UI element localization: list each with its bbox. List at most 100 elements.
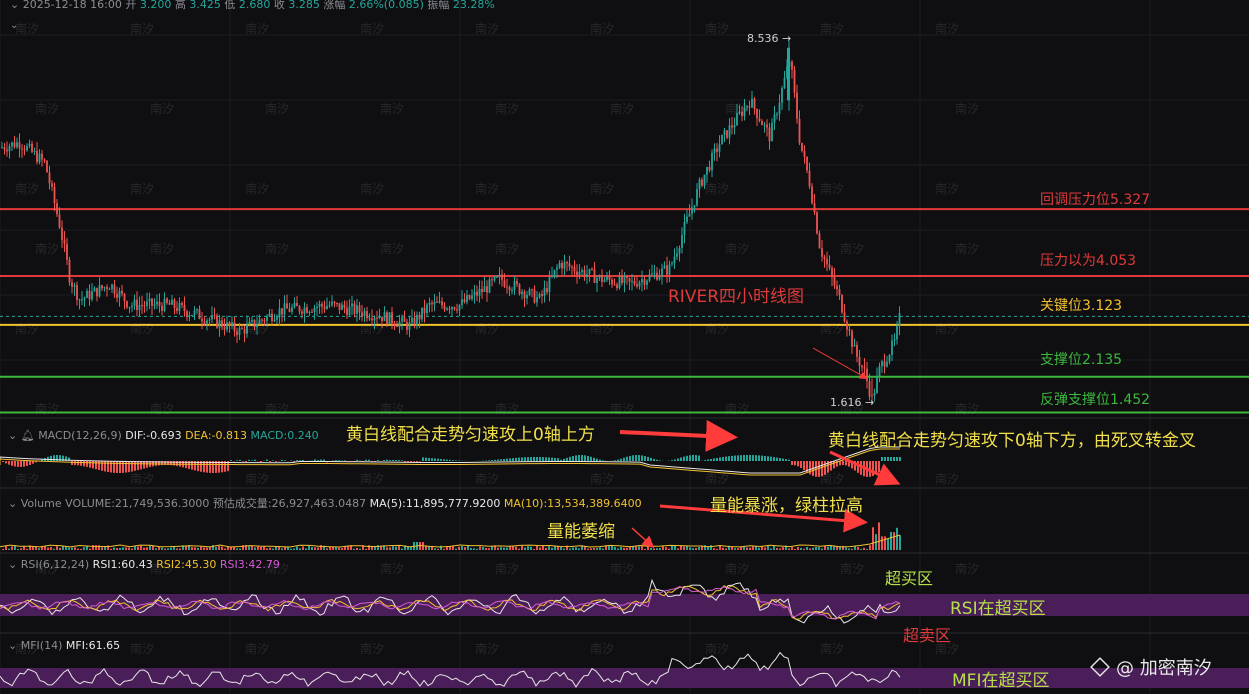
volume-bar <box>326 548 328 550</box>
candle-body <box>596 277 598 283</box>
candle-body <box>468 295 471 300</box>
candle-body <box>96 287 98 297</box>
macd-dif: DIF:-0.693 <box>125 429 182 442</box>
macd-bar <box>599 459 601 461</box>
watermark: 南汐 <box>380 242 405 256</box>
candle-body <box>458 304 461 311</box>
candle-body <box>471 295 473 300</box>
macd-bar <box>539 457 541 461</box>
macd-bar <box>101 461 103 471</box>
macd-bar <box>794 461 796 466</box>
candle-body <box>573 266 576 272</box>
candle-body <box>376 317 378 319</box>
macd-bar <box>119 461 121 473</box>
candle-body <box>893 339 896 341</box>
candle-body <box>193 310 196 315</box>
collapse-icon[interactable]: ⌄ <box>10 20 18 31</box>
candle-body <box>103 287 106 289</box>
volume-bar <box>758 547 760 550</box>
candle-body <box>126 301 128 308</box>
volume-bar <box>845 547 847 550</box>
candle-body <box>26 145 28 151</box>
candle-body <box>713 148 716 153</box>
macd-bar <box>437 458 439 461</box>
binance-square-icon <box>1090 657 1110 677</box>
candle-body <box>428 302 431 305</box>
candle-body <box>663 265 666 269</box>
watermark: 南汐 <box>15 182 40 196</box>
chevron-down-icon[interactable]: ⌄ <box>10 0 19 11</box>
candle-body <box>876 376 878 394</box>
candle-body <box>441 301 443 306</box>
volume-bar <box>713 548 715 550</box>
chevron-down-icon[interactable]: ⌄ <box>8 429 17 442</box>
volume-bar <box>266 548 268 550</box>
candle-body <box>386 312 388 325</box>
macd-bar <box>491 460 493 461</box>
watermark: 南汐 <box>840 242 865 256</box>
chevron-down-icon[interactable]: ⌄ <box>8 639 17 652</box>
macd-bar <box>320 459 322 461</box>
watermark: 南汐 <box>590 182 615 196</box>
macd-bar <box>659 460 661 461</box>
volume-bar <box>476 548 478 550</box>
volume-bar <box>341 548 343 550</box>
volume-bar <box>170 547 172 550</box>
volume-bar <box>770 548 772 550</box>
volume-bar <box>185 545 187 550</box>
volume-bar <box>800 547 802 550</box>
volume-bar <box>320 545 322 550</box>
macd-bar <box>524 457 526 461</box>
candle-body <box>803 150 806 157</box>
candle-body <box>101 285 103 289</box>
candle-body <box>851 330 853 347</box>
volume-bar <box>500 547 502 550</box>
macd-bar <box>542 457 544 461</box>
watermark: 南汐 <box>725 102 750 116</box>
chevron-down-icon[interactable]: ⌄ <box>8 558 17 571</box>
macd-bar <box>113 461 115 473</box>
volume-bar <box>890 531 892 550</box>
macd-bar <box>386 459 388 461</box>
bell-icon[interactable]: 🔔︎ <box>21 429 35 442</box>
candle-body <box>78 299 81 301</box>
candle-body <box>43 159 46 161</box>
candle-body <box>176 308 178 311</box>
volume-bar <box>473 548 475 550</box>
volume-bar <box>482 547 484 550</box>
macd-bar <box>548 457 550 461</box>
volume-pane <box>0 522 901 550</box>
candle-body <box>73 285 76 287</box>
volume-bar <box>35 547 37 550</box>
volume-bar <box>38 548 40 550</box>
watermark: 南汐 <box>360 322 385 336</box>
candle-body <box>186 311 188 317</box>
volume-bar <box>119 547 121 550</box>
chevron-down-icon[interactable]: ⌄ <box>8 497 17 510</box>
macd-bar <box>245 461 247 462</box>
candle-body <box>198 309 201 319</box>
candle-body <box>881 361 883 367</box>
volume-bar <box>524 547 526 550</box>
candle-body <box>188 315 191 317</box>
macd-bar <box>2 461 4 462</box>
candle-body <box>391 312 393 324</box>
candle-body <box>683 221 686 235</box>
volume-bar <box>122 547 124 550</box>
macd-bar <box>137 461 139 471</box>
candle-body <box>206 320 208 324</box>
candle-body <box>553 269 556 276</box>
volume-ma10-line <box>0 534 901 548</box>
candle-body <box>801 142 803 151</box>
watermark: 南汐 <box>475 642 500 656</box>
candle-body <box>233 322 236 332</box>
volume-bar <box>668 548 670 550</box>
watermark: 南汐 <box>610 402 635 416</box>
volume-bar <box>260 546 262 550</box>
volume-bar <box>488 548 490 550</box>
candle-body <box>443 305 446 310</box>
candle-body <box>648 274 651 281</box>
watermark: 南汐 <box>840 562 865 576</box>
candle-body <box>798 118 801 143</box>
candle-body <box>438 301 441 303</box>
